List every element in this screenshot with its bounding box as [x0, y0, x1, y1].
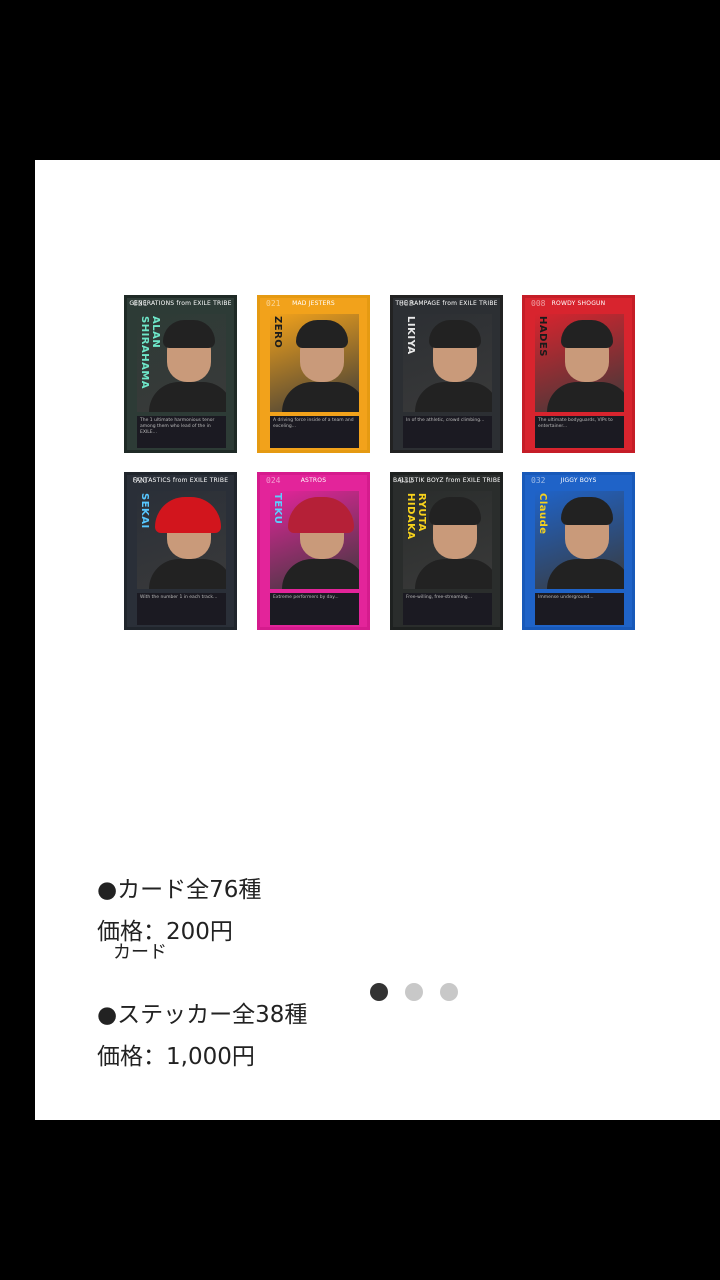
portrait-hat [288, 497, 354, 533]
card-character-name: HADES [537, 316, 548, 357]
trading-card: JIGGY BOYS 032 Claude Immense underground..… [522, 472, 635, 630]
card-character-name: RYUTA HIDAKA [405, 493, 427, 540]
card-character-name: LIKIYA [405, 316, 416, 355]
card-portrait: Claude [535, 491, 624, 589]
card-description: A driving force inside of a team and exc… [270, 416, 359, 448]
card-description: Immense underground... [535, 593, 624, 625]
portrait-hair [561, 497, 613, 525]
portrait-body [547, 559, 624, 589]
card-character-name: Claude [537, 493, 548, 535]
carousel-dot-2[interactable] [405, 983, 423, 1001]
portrait-hair [429, 497, 481, 525]
card-count-line: ●カード全76種 [97, 877, 262, 903]
sticker-price-line: 価格：1,000円 [97, 1044, 255, 1070]
card-portrait: HADES [535, 314, 624, 412]
card-character-name: ZERO [272, 316, 283, 349]
trading-card: FANTASTICS from EXILE TRIBE 021 SEKAI With … [124, 472, 237, 630]
portrait-hair [561, 320, 613, 348]
trading-card: ASTROS 024 TEKU Extreme performers by day..… [257, 472, 370, 630]
card-description: The 1 ultimate harmonious tenor among th… [137, 416, 226, 448]
portrait-hair [429, 320, 481, 348]
card-portrait: ALAN SHIRAHAMA [137, 314, 226, 412]
card-character-name: ALAN SHIRAHAMA [139, 316, 161, 390]
card-portrait: TEKU [270, 491, 359, 589]
carousel-dot-3[interactable] [440, 983, 458, 1001]
portrait-body [415, 382, 492, 412]
sticker-count-line: ●ステッカー全38種 [97, 1002, 308, 1028]
card-character-name: SEKAI [139, 493, 150, 529]
portrait-body [415, 559, 492, 589]
card-character-name: TEKU [272, 493, 283, 525]
card-price-line: 価格：200円 [97, 919, 233, 945]
trading-card: GENERATIONS from EXILE TRIBE 021 ALAN SHIR… [124, 295, 237, 453]
portrait-body [282, 559, 359, 589]
card-description: In of the athletic, crowd climbing... [403, 416, 492, 448]
card-description: Extreme performers by day... [270, 593, 359, 625]
portrait-body [282, 382, 359, 412]
card-portrait: RYUTA HIDAKA [403, 491, 492, 589]
card-number: 024 [266, 476, 281, 485]
portrait-body [547, 382, 624, 412]
card-number: 021 [133, 476, 148, 485]
card-number: 032 [399, 476, 414, 485]
portrait-hat [155, 497, 221, 533]
card-description: The ultimate bodyguards, VIPs to enterta… [535, 416, 624, 448]
card-portrait: SEKAI [137, 491, 226, 589]
card-description: With the number 1 in each track... [137, 593, 226, 625]
trading-card: MAD JESTERS 021 ZERO A driving force inside… [257, 295, 370, 453]
portrait-hair [296, 320, 348, 348]
portrait-body [149, 559, 226, 589]
card-portrait: LIKIYA [403, 314, 492, 412]
card-description: Free-willing, free-streaming... [403, 593, 492, 625]
content-panel: GENERATIONS from EXILE TRIBE 021 ALAN SHIR… [35, 160, 720, 1120]
carousel-dot-1[interactable] [370, 983, 388, 1001]
portrait-hair [163, 320, 215, 348]
card-number: 008 [399, 299, 414, 308]
card-number: 021 [133, 299, 148, 308]
trading-card: ROWDY SHOGUN 008 HADES The ultimate bodygua… [522, 295, 635, 453]
trading-card: BALLISTIK BOYZ from EXILE TRIBE 032 RYUTA … [390, 472, 503, 630]
card-number: 032 [531, 476, 546, 485]
card-number: 021 [266, 299, 281, 308]
card-number: 008 [531, 299, 546, 308]
card-portrait: ZERO [270, 314, 359, 412]
trading-card: THE RAMPAGE from EXILE TRIBE 008 LIKIYA In … [390, 295, 503, 453]
